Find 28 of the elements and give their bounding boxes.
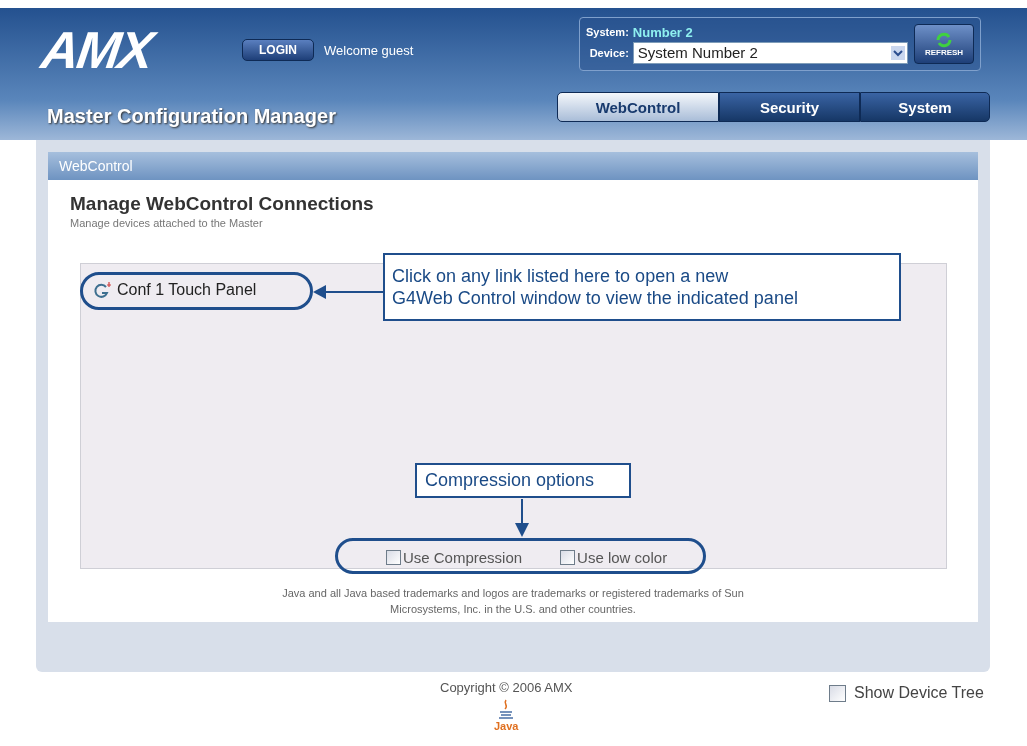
app-title: Master Configuration Manager	[47, 105, 336, 129]
callout-box: Click on any link listed here to open a new G4Web Control window to view the indicated panel	[383, 253, 901, 321]
option-checkbox[interactable]: Use low color	[560, 549, 668, 566]
device-dropdown[interactable]: System Number 2	[632, 41, 908, 64]
java-notice: Java and all Java based trademarks and logos are trademarks or registered trademarks of Sun Microsystems, Inc. in the U.S. and other countries.	[281, 586, 745, 617]
page-heading: Manage WebControl Connections	[70, 193, 375, 215]
page-subheading: Manage devices attached to the Master	[70, 217, 264, 229]
java-logo: Java	[493, 699, 519, 732]
refresh-button[interactable]: REFRESH	[914, 24, 974, 64]
panel-link-icon	[93, 281, 113, 299]
refresh-icon	[935, 31, 953, 48]
panel-link[interactable]: Conf 1 Touch Panel	[93, 281, 257, 299]
login-button[interactable]: LOGIN	[242, 39, 314, 61]
amx-logo: AMX	[37, 20, 159, 80]
welcome-text: Welcome guest	[324, 42, 414, 58]
system-label: System:	[586, 26, 629, 38]
pointer-arrow	[313, 284, 383, 300]
panel-header: WebControl	[48, 152, 978, 180]
system-value: Number 2	[632, 24, 694, 40]
nav-tab[interactable]: Security	[719, 92, 860, 122]
nav-tab[interactable]: System	[860, 92, 990, 122]
copyright-text: Copyright © 2006 AMX	[440, 680, 573, 695]
show-device-tree-checkbox[interactable]: Show Device Tree	[829, 684, 984, 702]
nav-tab[interactable]: WebControl	[557, 92, 719, 122]
device-label: Device:	[588, 46, 629, 59]
callout-box: Compression options	[415, 463, 631, 498]
pointer-arrow	[514, 499, 530, 537]
option-checkbox[interactable]: Use Compression	[385, 549, 523, 566]
